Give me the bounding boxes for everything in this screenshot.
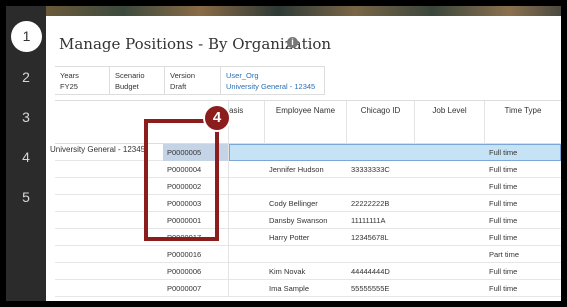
pov-scenario-label: Scenario	[115, 71, 145, 80]
chicago-id-cell[interactable]	[347, 144, 411, 161]
table-row[interactable]: P0000016 Part time	[55, 246, 561, 263]
column-header-chicago-id[interactable]: Chicago ID	[347, 101, 415, 145]
step-badge: 4	[203, 104, 231, 132]
job-level-cell[interactable]	[415, 280, 483, 297]
pov-version-label: Version	[170, 71, 196, 80]
info-icon[interactable]: i	[287, 37, 298, 48]
table-row[interactable]: P0000004 Jennifer Hudson 33333333C Full tim…	[55, 161, 561, 178]
pov-scenario-value: Budget	[115, 82, 139, 91]
step-rail: 1 2 3 4 5	[6, 6, 46, 301]
chicago-id-cell[interactable]: 12345678L	[347, 229, 411, 246]
step-3-indicator[interactable]: 3	[6, 109, 46, 125]
step-4-indicator[interactable]: 4	[6, 149, 46, 165]
pov-version-value: Draft	[170, 82, 187, 91]
chicago-id-cell[interactable]: 22222222B	[347, 195, 411, 212]
chicago-id-cell[interactable]: 33333333C	[347, 161, 411, 178]
position-cell[interactable]: P0000006	[163, 263, 229, 280]
job-level-cell[interactable]	[415, 161, 483, 178]
employee-name-cell[interactable]	[265, 144, 343, 161]
column-header-employee-name[interactable]: Employee Name	[265, 101, 347, 145]
pov-years-label: Years	[60, 71, 79, 80]
column-header-time-type[interactable]: Time Type	[485, 101, 561, 145]
employee-name-cell[interactable]: Ima Sample	[265, 280, 343, 297]
table-row[interactable]: P0000003 Cody Bellinger 22222222B Full time	[55, 195, 561, 212]
chicago-id-cell[interactable]: 44444444D	[347, 263, 411, 280]
employee-name-cell[interactable]: Cody Bellinger	[265, 195, 343, 212]
time-type-cell[interactable]: Part time	[485, 246, 561, 263]
chicago-id-cell[interactable]	[347, 178, 411, 195]
pov-scenario[interactable]: Scenario Budget	[110, 67, 165, 94]
time-type-cell[interactable]: Full time	[485, 212, 561, 229]
time-type-cell[interactable]: Full time	[485, 263, 561, 280]
pov-years[interactable]: Years FY25	[55, 67, 110, 94]
table-row[interactable]: P0000017 Harry Potter 12345678L Full time	[55, 229, 561, 246]
employee-name-cell[interactable]: Dansby Swanson	[265, 212, 343, 229]
job-level-cell[interactable]	[415, 212, 483, 229]
pov-user-org[interactable]: User_Org University General - 12345	[221, 67, 325, 94]
time-type-cell[interactable]: Full time	[485, 280, 561, 297]
employee-name-cell[interactable]: Jennifer Hudson	[265, 161, 343, 178]
step-2-indicator[interactable]: 2	[6, 69, 46, 85]
table-row[interactable]: P0000006 Kim Novak 44444444D Full time	[55, 263, 561, 280]
chicago-id-cell[interactable]: 55555555E	[347, 280, 411, 297]
time-type-cell[interactable]: Full time	[485, 178, 561, 195]
column-header-job-level[interactable]: Job Level	[415, 101, 485, 145]
org-row-label: University General - 12345	[50, 145, 146, 154]
screenshot-frame: 1 2 3 4 5 Manage Positions - By Organiza…	[0, 0, 567, 307]
time-type-cell[interactable]: Full time	[485, 229, 561, 246]
step-5-indicator[interactable]: 5	[6, 189, 46, 205]
job-level-cell[interactable]	[415, 178, 483, 195]
pov-years-value: FY25	[60, 82, 78, 91]
job-level-cell[interactable]	[415, 229, 483, 246]
job-level-cell[interactable]	[415, 144, 483, 161]
job-level-cell[interactable]	[415, 195, 483, 212]
column-header-basis[interactable]: asis	[229, 101, 265, 145]
table-row[interactable]: P0000007 Ima Sample 55555555E Full time	[55, 280, 561, 297]
pov-user-org-label: User_Org	[226, 71, 259, 80]
employee-name-cell[interactable]: Kim Novak	[265, 263, 343, 280]
employee-name-cell[interactable]	[265, 178, 343, 195]
time-type-cell[interactable]: Full time	[485, 195, 561, 212]
position-cell[interactable]: P0000007	[163, 280, 229, 297]
pov-bar: Years FY25 Scenario Budget Version Draft…	[55, 66, 325, 95]
time-type-cell[interactable]: Full time	[485, 161, 561, 178]
chicago-id-cell[interactable]	[347, 246, 411, 263]
pov-user-org-value: University General - 12345	[226, 82, 316, 91]
employee-name-cell[interactable]	[265, 246, 343, 263]
job-level-cell[interactable]	[415, 246, 483, 263]
main-panel: Manage Positions - By Organization i Yea…	[46, 16, 561, 301]
step-1-indicator[interactable]: 1	[11, 21, 42, 52]
highlight-box	[144, 119, 219, 241]
decorative-banner	[46, 6, 561, 16]
table-row[interactable]: P0000002 Full time	[55, 178, 561, 195]
chicago-id-cell[interactable]: 11111111A	[347, 212, 411, 229]
time-type-cell[interactable]: Full time	[485, 144, 561, 161]
table-row[interactable]: P0000001 Dansby Swanson 11111111A Full time	[55, 212, 561, 229]
position-cell[interactable]: P0000016	[163, 246, 229, 263]
pov-version[interactable]: Version Draft	[165, 67, 221, 94]
employee-name-cell[interactable]: Harry Potter	[265, 229, 343, 246]
job-level-cell[interactable]	[415, 263, 483, 280]
grid-header: asis Employee Name Chicago ID Job Level …	[55, 100, 561, 145]
